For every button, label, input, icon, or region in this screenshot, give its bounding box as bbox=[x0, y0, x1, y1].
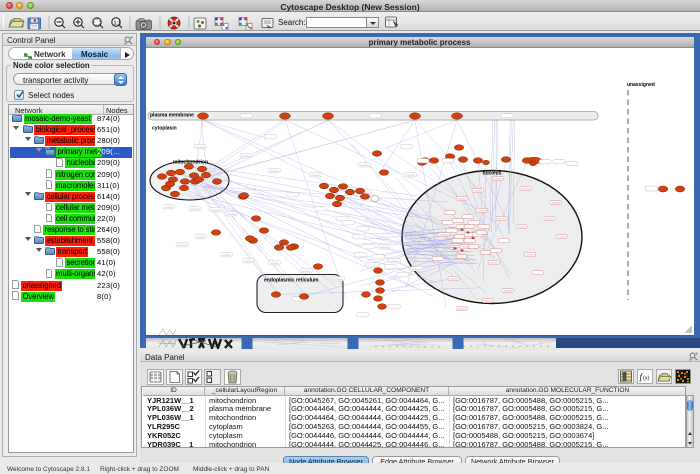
svg-text:endoplasmic reticulum: endoplasmic reticulum bbox=[264, 277, 319, 283]
svg-text:1:1: 1:1 bbox=[114, 20, 121, 26]
svg-text:plasma membrane: plasma membrane bbox=[150, 112, 194, 118]
svg-text:unassigned: unassigned bbox=[627, 82, 655, 88]
svg-text:mitochondrion: mitochondrion bbox=[173, 159, 208, 165]
svg-text:cytoplasm: cytoplasm bbox=[152, 125, 177, 131]
svg-text:(x): (x) bbox=[643, 376, 650, 382]
svg-text:nucleus: nucleus bbox=[482, 170, 501, 176]
